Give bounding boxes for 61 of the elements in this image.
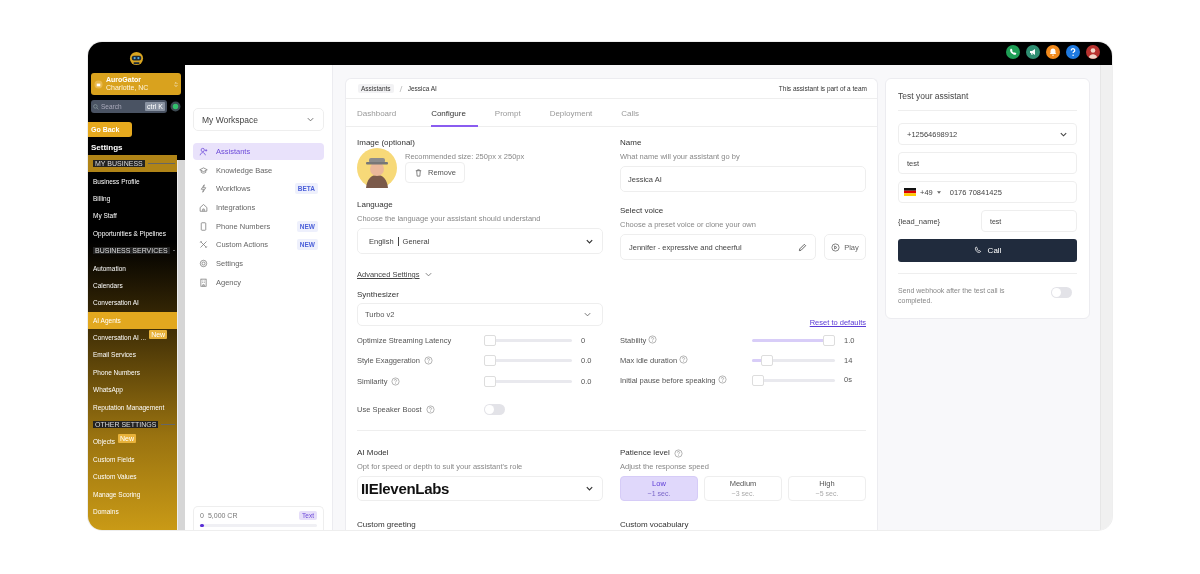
slider-thumb[interactable] bbox=[484, 355, 496, 367]
updown-icon bbox=[174, 80, 178, 88]
field-label: Custom vocabulary bbox=[620, 520, 690, 530]
workspace-dropdown[interactable]: My Workspace bbox=[193, 108, 324, 131]
field-label: Language bbox=[357, 200, 394, 210]
tools-icon bbox=[199, 240, 208, 250]
slider[interactable] bbox=[484, 334, 572, 346]
field-label: Synthesizer bbox=[357, 290, 400, 300]
slider-thumb[interactable] bbox=[760, 355, 773, 367]
trash-icon bbox=[414, 168, 423, 177]
field-label: Name bbox=[620, 138, 643, 148]
status-dot-icon bbox=[170, 101, 181, 112]
sidebar-title: Settings bbox=[91, 143, 124, 154]
caret-icon bbox=[936, 190, 941, 194]
toggle-switch[interactable] bbox=[1051, 287, 1072, 298]
slider-thumb[interactable] bbox=[823, 334, 835, 346]
bell-icon[interactable] bbox=[1046, 45, 1060, 59]
slider-thumb[interactable] bbox=[752, 375, 764, 386]
graduation-cap-icon bbox=[199, 165, 208, 175]
slider[interactable] bbox=[484, 375, 572, 387]
field-label: Image (optional) bbox=[357, 138, 416, 148]
help-icon bbox=[673, 448, 683, 458]
panel-title: Test your assistant bbox=[898, 91, 970, 103]
robot-logo-icon bbox=[129, 51, 144, 66]
tab[interactable]: Configure bbox=[431, 99, 478, 127]
search-icon bbox=[93, 103, 99, 110]
pencil-icon bbox=[798, 242, 807, 252]
chevron-down-icon bbox=[306, 115, 315, 124]
play-icon bbox=[831, 242, 841, 252]
avatar-icon[interactable] bbox=[1086, 45, 1100, 59]
slider[interactable] bbox=[752, 355, 835, 367]
chevron-down-icon bbox=[423, 270, 433, 279]
call-button[interactable]: Call bbox=[898, 239, 1077, 262]
field-label: Custom greeting bbox=[357, 520, 417, 530]
field-label: Patience level bbox=[620, 448, 670, 458]
store-icon bbox=[94, 79, 103, 89]
house-icon bbox=[199, 203, 208, 213]
slider[interactable] bbox=[484, 355, 572, 367]
field-label: AI Model bbox=[357, 448, 390, 458]
help-icon[interactable] bbox=[1066, 45, 1080, 59]
slider[interactable] bbox=[752, 334, 835, 346]
slider-thumb[interactable] bbox=[484, 375, 496, 387]
chevron-down-icon bbox=[583, 310, 592, 319]
phone-icon bbox=[973, 246, 983, 255]
user-plus-icon bbox=[199, 147, 208, 156]
separator-icon bbox=[398, 84, 403, 93]
chevron-down-icon bbox=[585, 484, 594, 493]
field-label: Select voice bbox=[620, 206, 665, 216]
gear-icon bbox=[199, 259, 208, 269]
model-dropdown[interactable]: IIElevenLabs bbox=[357, 476, 603, 501]
scrollbar[interactable] bbox=[177, 160, 185, 530]
mobile-phone-icon bbox=[199, 221, 208, 231]
lightning-icon bbox=[199, 184, 208, 194]
slider[interactable] bbox=[752, 375, 835, 386]
scrollbar[interactable] bbox=[1100, 65, 1112, 530]
flag-icon bbox=[904, 188, 916, 196]
building-icon bbox=[199, 277, 208, 287]
slider-thumb[interactable] bbox=[484, 334, 496, 346]
toggle-switch[interactable] bbox=[484, 404, 505, 416]
phone-icon[interactable] bbox=[1006, 45, 1020, 59]
megaphone-icon[interactable] bbox=[1026, 45, 1040, 59]
